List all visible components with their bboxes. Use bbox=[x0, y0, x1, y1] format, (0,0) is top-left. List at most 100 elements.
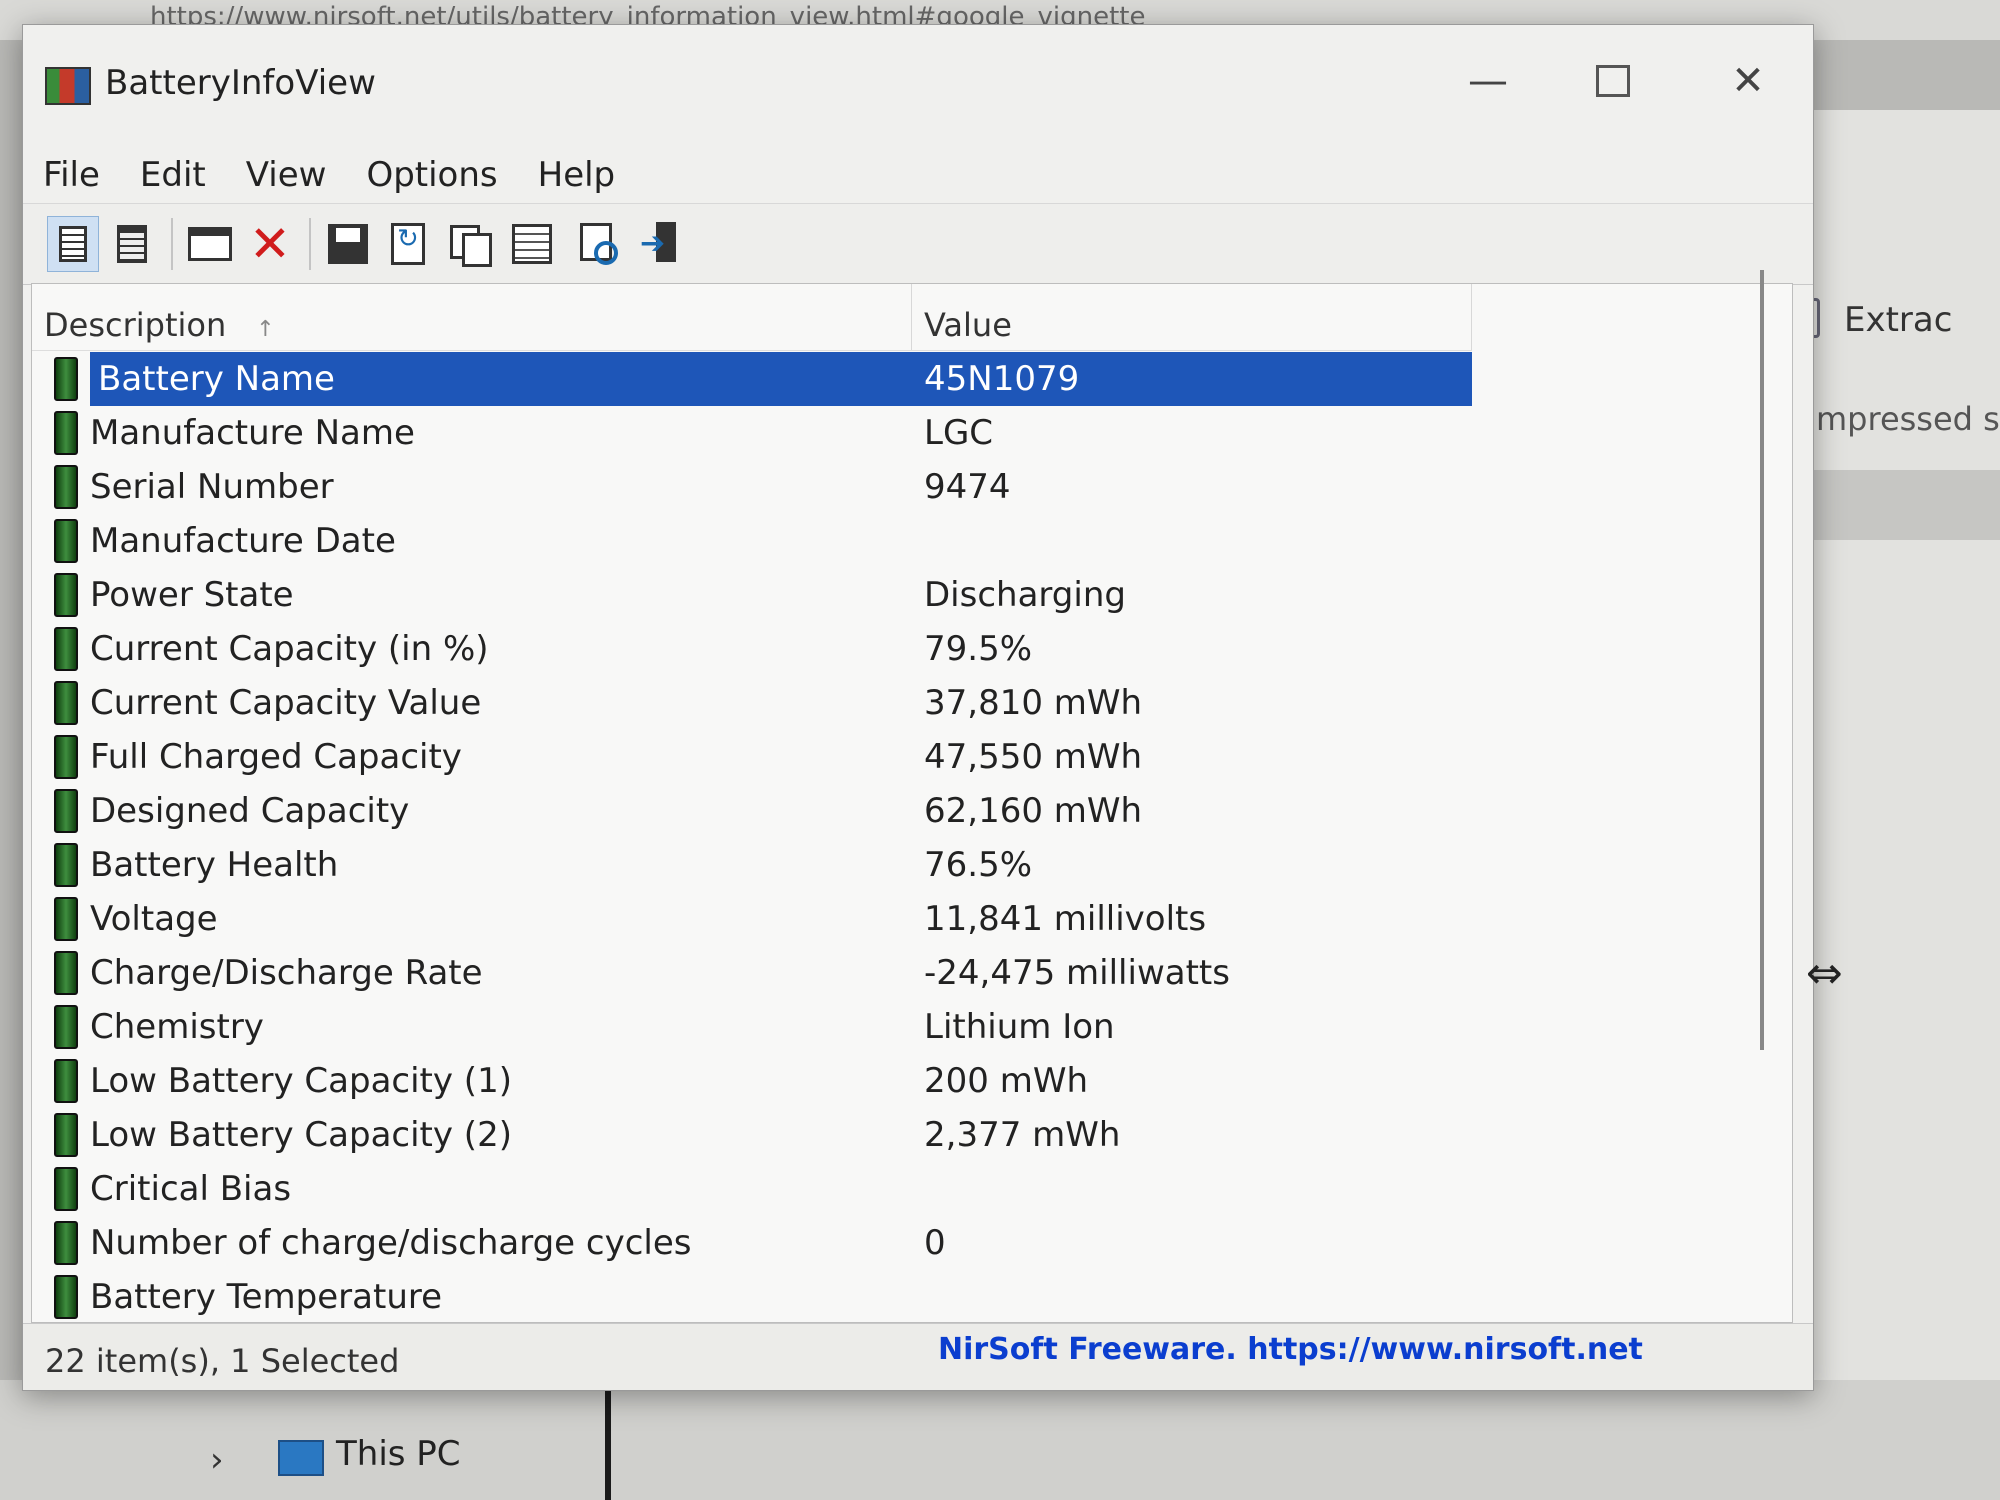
value-cell: Lithium Ion bbox=[924, 1007, 1115, 1047]
menu-edit[interactable]: Edit bbox=[120, 143, 226, 199]
expand-chevron-icon[interactable]: › bbox=[210, 1440, 224, 1480]
title-bar[interactable]: BatteryInfoView — ✕ bbox=[23, 25, 1813, 130]
list-row[interactable]: Battery Name 45N1079 bbox=[32, 352, 1472, 406]
value-cell: Discharging bbox=[924, 575, 1126, 615]
description-cell: Power State bbox=[32, 568, 912, 622]
menu-view[interactable]: View bbox=[226, 143, 347, 199]
list-row[interactable]: Power State Discharging bbox=[32, 568, 1472, 622]
window-resize-edge[interactable] bbox=[1760, 270, 1764, 1050]
find-button[interactable] bbox=[571, 220, 621, 268]
description-text: Voltage bbox=[90, 899, 218, 939]
copy-button[interactable] bbox=[445, 220, 495, 268]
description-text: Battery Name bbox=[90, 352, 912, 406]
list-row[interactable]: Low Battery Capacity (2) 2,377 mWh bbox=[32, 1108, 1472, 1162]
description-cell: Current Capacity Value bbox=[32, 676, 912, 730]
html-report-button[interactable] bbox=[507, 220, 557, 268]
list-row[interactable]: Manufacture Name LGC bbox=[32, 406, 1472, 460]
value-cell: 11,841 millivolts bbox=[924, 899, 1207, 939]
list-row[interactable]: Battery Temperature bbox=[32, 1270, 1472, 1322]
compressed-size-column-header[interactable]: mpressed si bbox=[1816, 400, 2000, 438]
refresh-button[interactable] bbox=[383, 220, 433, 268]
description-cell: Critical Bias bbox=[32, 1162, 912, 1216]
battery-icon bbox=[54, 357, 78, 401]
find-icon bbox=[576, 223, 618, 265]
list-row[interactable]: Current Capacity Value 37,810 mWh bbox=[32, 676, 1472, 730]
app-icon bbox=[45, 67, 91, 105]
menu-file[interactable]: File bbox=[23, 143, 120, 199]
list-row[interactable]: Number of charge/discharge cycles 0 bbox=[32, 1216, 1472, 1270]
battery-icon bbox=[54, 1275, 78, 1319]
toolbar: ✕ bbox=[23, 203, 1813, 285]
list-row[interactable]: Voltage 11,841 millivolts bbox=[32, 892, 1472, 946]
maximize-button[interactable] bbox=[1568, 51, 1658, 111]
clipboard-icon bbox=[117, 225, 147, 263]
extract-button-label[interactable]: Extrac bbox=[1844, 300, 1952, 340]
background-explorer-pane: Extrac mpressed si bbox=[1776, 110, 2000, 1500]
description-cell: Low Battery Capacity (2) bbox=[32, 1108, 912, 1162]
minimize-button[interactable]: — bbox=[1443, 51, 1533, 111]
description-text: Serial Number bbox=[90, 467, 334, 507]
battery-icon bbox=[54, 411, 78, 455]
description-cell: Designed Capacity bbox=[32, 784, 912, 838]
menu-options[interactable]: Options bbox=[346, 143, 517, 199]
list-row[interactable]: Designed Capacity 62,160 mWh bbox=[32, 784, 1472, 838]
description-text: Low Battery Capacity (2) bbox=[90, 1115, 512, 1155]
value-cell: 2,377 mWh bbox=[924, 1115, 1121, 1155]
description-text: Number of charge/discharge cycles bbox=[90, 1223, 692, 1263]
list-row[interactable]: Manufacture Date bbox=[32, 514, 1472, 568]
description-text: Critical Bias bbox=[90, 1169, 292, 1209]
window-title: BatteryInfoView bbox=[105, 63, 376, 103]
battery-icon bbox=[54, 1059, 78, 1103]
column-header-value[interactable]: Value bbox=[912, 284, 1472, 350]
description-cell: Current Capacity (in %) bbox=[32, 622, 912, 676]
menu-help[interactable]: Help bbox=[518, 143, 636, 199]
description-cell: Battery Temperature bbox=[32, 1270, 912, 1322]
exit-button[interactable] bbox=[635, 220, 685, 268]
battery-icon bbox=[54, 1113, 78, 1157]
description-text: Manufacture Date bbox=[90, 521, 396, 561]
description-text: Current Capacity (in %) bbox=[90, 629, 489, 669]
properties-icon bbox=[59, 226, 87, 262]
save-button[interactable] bbox=[323, 220, 373, 268]
value-cell: 79.5% bbox=[924, 629, 1033, 669]
value-cell: 37,810 mWh bbox=[924, 683, 1143, 723]
battery-icon bbox=[54, 1005, 78, 1049]
copy-icon bbox=[450, 225, 492, 267]
background-row bbox=[1810, 470, 2000, 540]
window-button[interactable] bbox=[185, 220, 235, 268]
list-row[interactable]: Serial Number 9474 bbox=[32, 460, 1472, 514]
copy-clipboard-button[interactable] bbox=[107, 220, 157, 268]
pane-divider bbox=[605, 1380, 611, 1500]
maximize-icon bbox=[1596, 65, 1630, 97]
list-row[interactable]: Charge/Discharge Rate -24,475 milliwatts bbox=[32, 946, 1472, 1000]
description-cell: Voltage bbox=[32, 892, 912, 946]
description-cell: Full Charged Capacity bbox=[32, 730, 912, 784]
list-row[interactable]: Full Charged Capacity 47,550 mWh bbox=[32, 730, 1472, 784]
toolbar-separator bbox=[171, 218, 173, 270]
list-row[interactable]: Battery Health 76.5% bbox=[32, 838, 1472, 892]
description-text: Chemistry bbox=[90, 1007, 264, 1047]
close-button[interactable]: ✕ bbox=[1703, 51, 1793, 111]
battery-info-list[interactable]: Description ↑ Value Battery Name 45N1079 Ma… bbox=[31, 283, 1793, 1323]
column-header-description[interactable]: Description ↑ bbox=[32, 284, 912, 350]
properties-button[interactable] bbox=[47, 216, 99, 272]
battery-icon bbox=[54, 897, 78, 941]
list-row[interactable]: Low Battery Capacity (1) 200 mWh bbox=[32, 1054, 1472, 1108]
nav-item-this-pc[interactable]: This PC bbox=[336, 1434, 461, 1474]
list-row[interactable]: Critical Bias bbox=[32, 1162, 1472, 1216]
description-cell: Number of charge/discharge cycles bbox=[32, 1216, 912, 1270]
battery-icon bbox=[54, 843, 78, 887]
list-row[interactable]: Chemistry Lithium Ion bbox=[32, 1000, 1472, 1054]
delete-button[interactable]: ✕ bbox=[245, 219, 295, 269]
battery-icon bbox=[54, 735, 78, 779]
description-text: Battery Health bbox=[90, 845, 339, 885]
battery-icon bbox=[54, 627, 78, 671]
list-row[interactable]: Current Capacity (in %) 79.5% bbox=[32, 622, 1472, 676]
description-text: Charge/Discharge Rate bbox=[90, 953, 483, 993]
sort-arrow-icon: ↑ bbox=[256, 317, 275, 342]
nirsoft-link[interactable]: NirSoft Freeware. https://www.nirsoft.ne… bbox=[938, 1332, 1643, 1367]
description-cell: Low Battery Capacity (1) bbox=[32, 1054, 912, 1108]
value-cell: 9474 bbox=[924, 467, 1011, 507]
description-cell: Chemistry bbox=[32, 1000, 912, 1054]
description-text: Power State bbox=[90, 575, 294, 615]
